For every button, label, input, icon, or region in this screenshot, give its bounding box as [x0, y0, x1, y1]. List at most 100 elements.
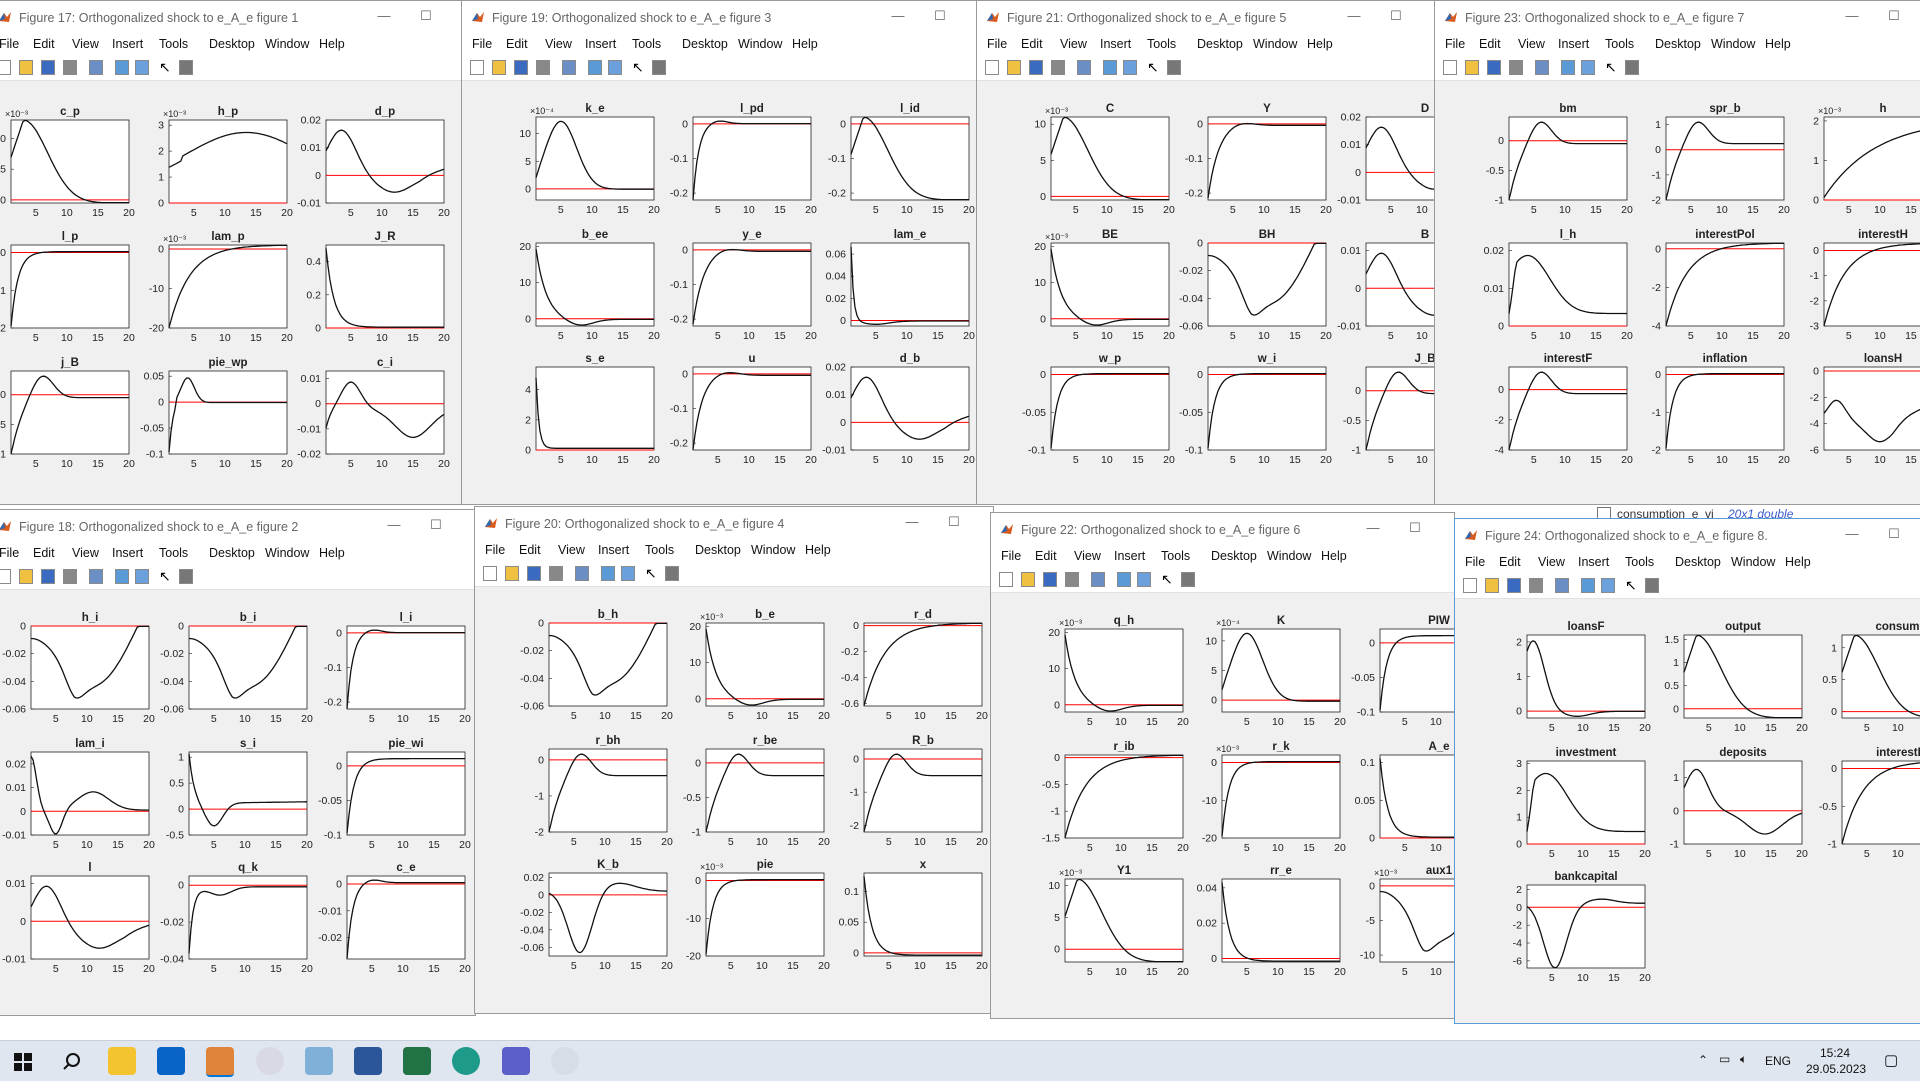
search-icon[interactable] — [62, 1052, 82, 1072]
menu-desktop[interactable]: Desktop — [1675, 555, 1721, 569]
menu-file[interactable]: File — [0, 546, 19, 560]
menu-tools[interactable]: Tools — [645, 543, 674, 557]
new-figure-icon[interactable] — [999, 572, 1013, 587]
open-file-icon[interactable] — [1007, 60, 1021, 75]
subplot-l_h[interactable]: l_h 0 0.01 0.02 5 10 15 20 — [1484, 229, 1633, 342]
menu-help[interactable]: Help — [1765, 37, 1791, 51]
menu-edit[interactable]: Edit — [506, 37, 528, 51]
subplot-k_e[interactable]: k_e ×10⁻⁴ 0 5 10 5 10 15 20 — [519, 103, 660, 216]
maximize-icon[interactable]: ☐ — [945, 513, 963, 531]
insert-colorbar-icon[interactable] — [1601, 578, 1615, 593]
figure-window-24[interactable]: Figure 24: Orthogonalized shock to e_A_e… — [1454, 518, 1920, 1024]
menu-insert[interactable]: Insert — [112, 37, 143, 51]
menu-window[interactable]: Window — [1267, 549, 1311, 563]
minimize-icon[interactable]: — — [385, 516, 403, 534]
subplot-y_e[interactable]: y_e -0.2 -0.1 0 5 10 15 20 — [670, 229, 817, 342]
subplot-BE[interactable]: BE ×10⁻³ 0 10 20 5 10 15 20 — [1034, 229, 1175, 342]
property-editor-icon[interactable] — [1645, 578, 1659, 593]
menu-view[interactable]: View — [1518, 37, 1545, 51]
figure-window-19[interactable]: Figure 19: Orthogonalized shock to e_A_e… — [461, 0, 980, 505]
link-plot-icon[interactable] — [1581, 578, 1595, 593]
menu-file[interactable]: File — [0, 37, 19, 51]
menu-window[interactable]: Window — [738, 37, 782, 51]
title-bar[interactable]: Figure 23: Orthogonalized shock to e_A_e… — [1435, 1, 1920, 34]
figure-window-18[interactable]: Figure 18: Orthogonalized shock to e_A_e… — [0, 509, 476, 1016]
subplot-lam_i[interactable]: lam_i -0.01 0 0.01 0.02 5 10 15 20 — [2, 738, 155, 851]
subplot-r_bh[interactable]: r_bh -2 -1 0 5 10 15 20 — [535, 735, 673, 848]
menu-insert[interactable]: Insert — [585, 37, 616, 51]
subplot-interestH[interactable]: interestH-3-2-105101520 — [1810, 229, 1920, 342]
menu-edit[interactable]: Edit — [1479, 37, 1501, 51]
subplot-s_i[interactable]: s_i-0.500.515 10 15 20 — [166, 738, 313, 851]
insert-colorbar-icon[interactable] — [135, 569, 149, 584]
subplot-K[interactable]: K ×10⁻⁴ 0 5 10 5 10 15 20 — [1205, 615, 1346, 728]
figure-window-23[interactable]: Figure 23: Orthogonalized shock to e_A_e… — [1434, 0, 1920, 505]
subplot-lam_e[interactable]: lam_e 0 0.02 0.04 0.06 5 10 15 20 — [826, 229, 975, 342]
menu-desktop[interactable]: Desktop — [682, 37, 728, 51]
menu-file[interactable]: File — [485, 543, 505, 557]
menu-help[interactable]: Help — [1785, 555, 1811, 569]
open-file-icon[interactable] — [492, 60, 506, 75]
subplot-inflation[interactable]: inflation -2 -1 0 5 10 15 20 — [1652, 353, 1790, 466]
menu-view[interactable]: View — [558, 543, 585, 557]
minimize-icon[interactable]: — — [1345, 7, 1363, 25]
save-icon[interactable] — [41, 60, 55, 75]
open-file-icon[interactable] — [19, 569, 33, 584]
print-icon[interactable] — [536, 60, 550, 75]
menu-edit[interactable]: Edit — [1499, 555, 1521, 569]
subplot-q_h[interactable]: q_h ×10⁻³ 0 10 20 5 10 15 20 — [1048, 615, 1189, 728]
excel-icon[interactable] — [403, 1047, 431, 1075]
menu-help[interactable]: Help — [319, 546, 345, 560]
link-plot-icon[interactable] — [115, 60, 129, 75]
subplot-u[interactable]: u -0.2 -0.1 0 5 10 15 20 — [670, 353, 817, 466]
subplot-h_p[interactable]: h_p ×10⁻³ 0 1 2 3 5 10 15 20 — [158, 106, 293, 219]
save-icon[interactable] — [527, 566, 541, 581]
save-icon[interactable] — [41, 569, 55, 584]
subplot-d_b[interactable]: d_b -0.01 0 0.01 0.02 5 10 15 20 — [822, 353, 975, 466]
property-editor-icon[interactable] — [1625, 60, 1639, 75]
volume-icon[interactable]: 🔈︎ — [1740, 1052, 1747, 1067]
property-editor-icon[interactable] — [1181, 572, 1195, 587]
pointer-icon[interactable]: ↖ — [159, 569, 171, 583]
app-icon[interactable] — [551, 1047, 579, 1075]
file-explorer-icon[interactable] — [108, 1047, 136, 1075]
subplot-interestPol[interactable]: interestPol -4 -2 0 5 10 15 20 — [1652, 229, 1790, 342]
menu-tools[interactable]: Tools — [1605, 37, 1634, 51]
menu-desktop[interactable]: Desktop — [209, 37, 255, 51]
windows-start-icon[interactable] — [14, 1053, 32, 1071]
subplot-B[interactable]: B-0.0100.015101520 — [1337, 229, 1436, 342]
print-icon[interactable] — [63, 569, 77, 584]
menu-desktop[interactable]: Desktop — [695, 543, 741, 557]
notepad-icon[interactable] — [305, 1047, 333, 1075]
open-file-icon[interactable] — [19, 60, 33, 75]
minimize-icon[interactable]: — — [1843, 525, 1861, 543]
new-figure-icon[interactable] — [470, 60, 484, 75]
new-figure-icon[interactable] — [1463, 578, 1477, 593]
figure-window-22[interactable]: Figure 22: Orthogonalized shock to e_A_e… — [990, 512, 1455, 1019]
open-file-icon[interactable] — [1465, 60, 1479, 75]
pointer-icon[interactable]: ↖ — [645, 566, 657, 580]
subplot-output[interactable]: output 0 0.5 1 1.5 5 10 15 20 — [1664, 621, 1808, 734]
subplot-l[interactable]: l -0.01 0 0.01 5 10 15 20 — [2, 862, 155, 975]
menu-help[interactable]: Help — [319, 37, 345, 51]
subplot-l_i[interactable]: l_i -0.2 -0.1 0 5 10 15 20 — [324, 612, 471, 725]
menu-file[interactable]: File — [1445, 37, 1465, 51]
menu-desktop[interactable]: Desktop — [1197, 37, 1243, 51]
subplot-consump[interactable]: consump00.515101520 — [1822, 621, 1920, 734]
plot-area[interactable]: bm-1-0.505 10 15 20spr_b-2-1015 10 15 20h×10⁻³… — [1435, 81, 1920, 505]
link-plot-icon[interactable] — [1103, 60, 1117, 75]
menu-window[interactable]: Window — [1253, 37, 1297, 51]
plot-area[interactable]: loansF0125 10 15 20output00.511.55 10 15 20con… — [1455, 599, 1920, 1024]
maximize-icon[interactable]: ☐ — [1885, 7, 1903, 25]
maximize-icon[interactable]: ☐ — [1387, 7, 1405, 25]
menu-tools[interactable]: Tools — [1147, 37, 1176, 51]
teams-icon[interactable] — [502, 1047, 530, 1075]
menu-file[interactable]: File — [1001, 549, 1021, 563]
menu-insert[interactable]: Insert — [598, 543, 629, 557]
subplot-l_pd[interactable]: l_pd -0.2 -0.1 0 5 10 15 20 — [670, 103, 817, 216]
pointer-icon[interactable]: ↖ — [1161, 572, 1173, 586]
menu-window[interactable]: Window — [265, 37, 309, 51]
menu-help[interactable]: Help — [1307, 37, 1333, 51]
pointer-icon[interactable]: ↖ — [1605, 60, 1617, 74]
clock-date[interactable]: 29.05.2023 — [1806, 1062, 1866, 1076]
